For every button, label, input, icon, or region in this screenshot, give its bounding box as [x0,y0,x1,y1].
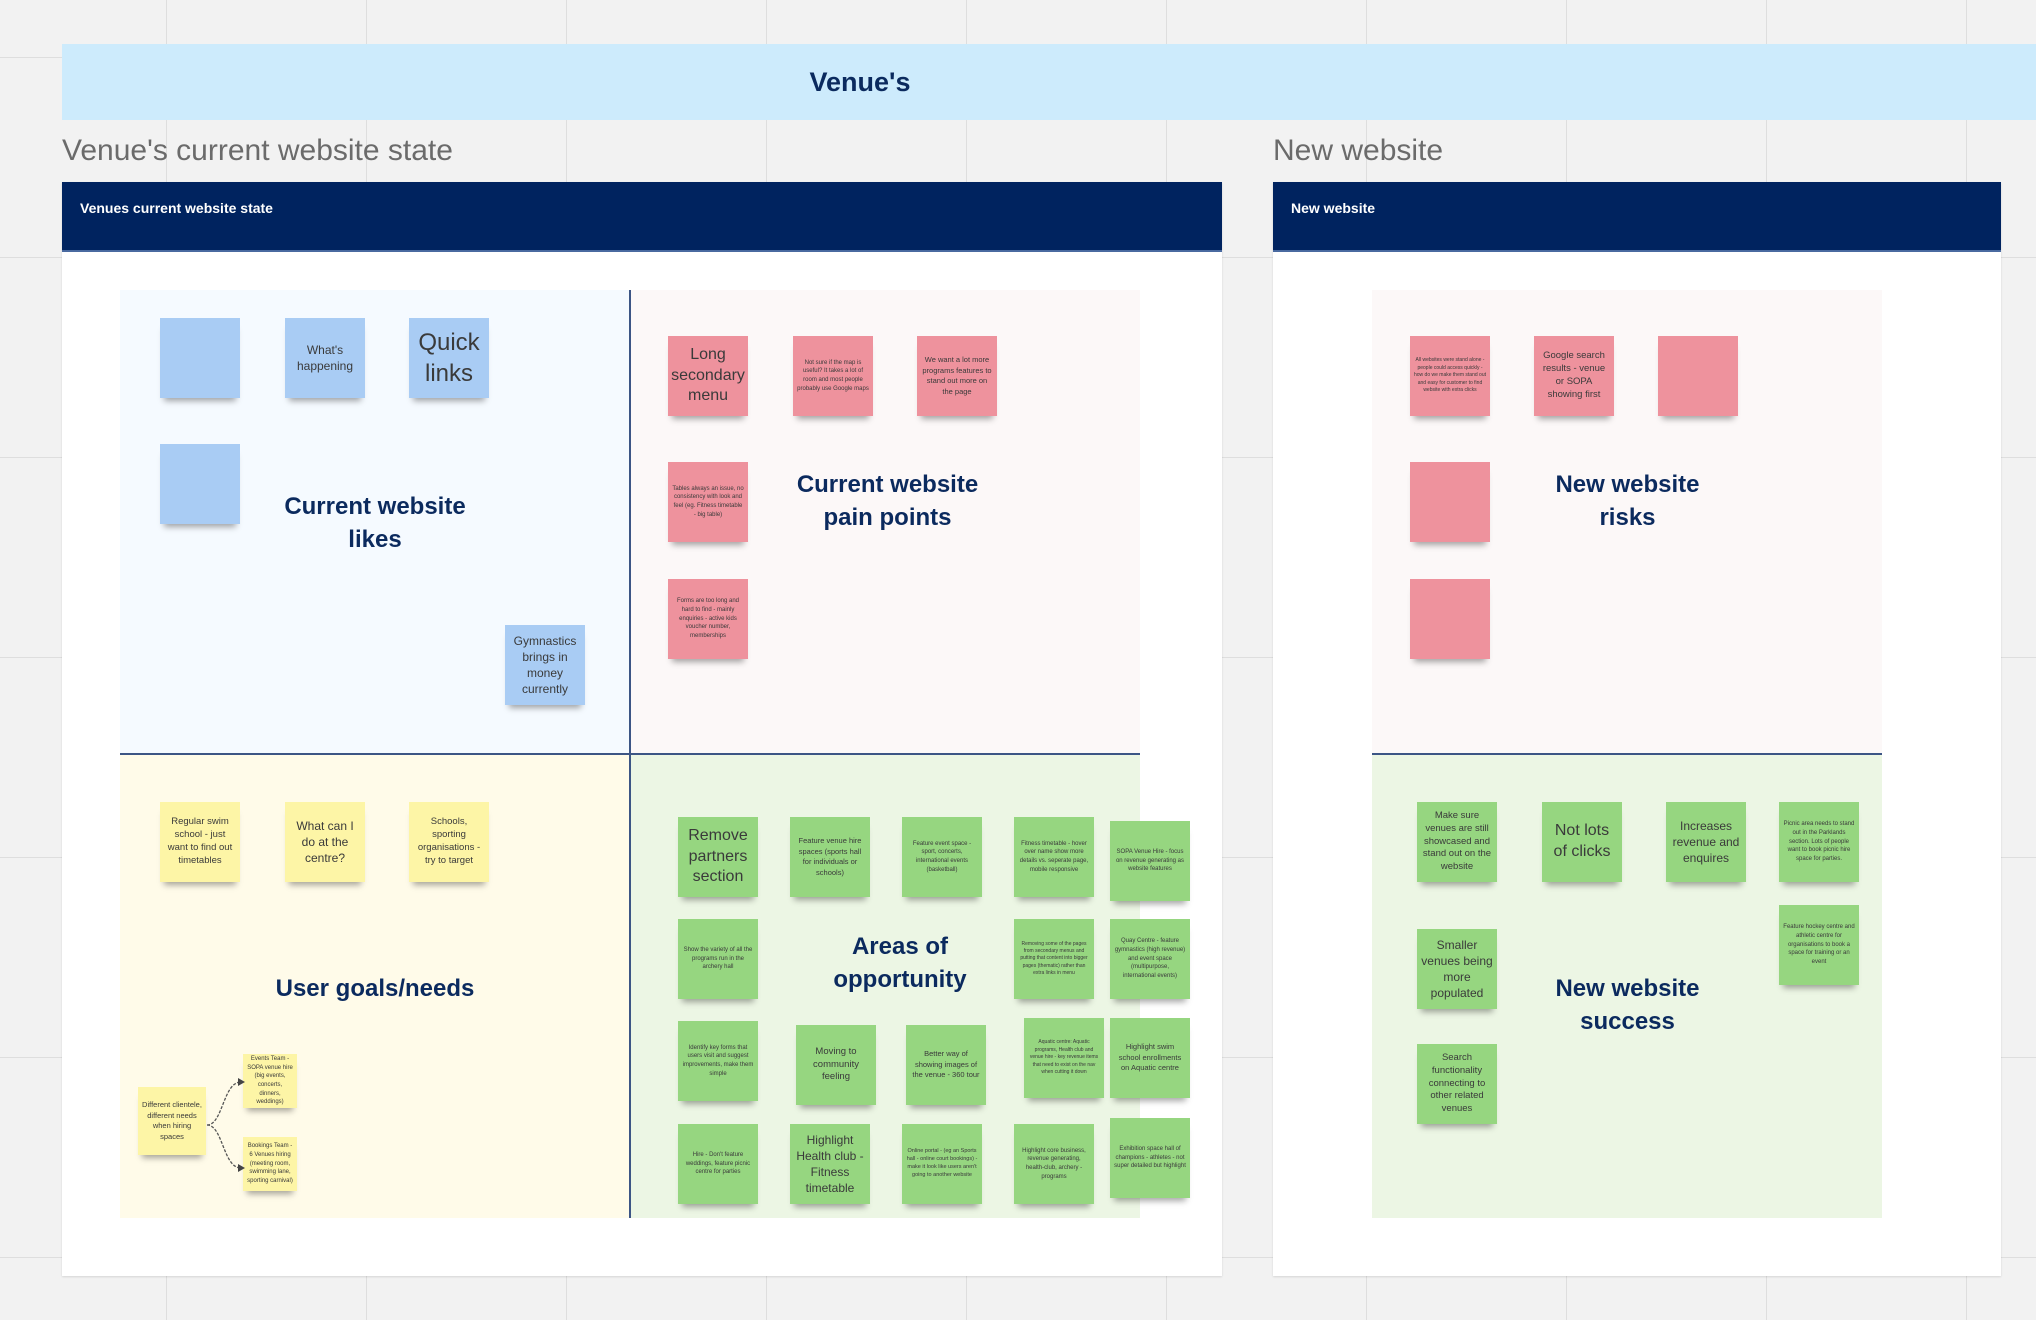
sticky-note[interactable]: Feature event space - sport, concerts, i… [902,817,982,897]
sticky-note[interactable]: Regular swim school - just want to find … [160,802,240,882]
sticky-note[interactable]: Feature hockey centre and athletic centr… [1779,905,1859,985]
sticky-note[interactable]: Online portal - (eg an Sports hall - onl… [902,1124,982,1204]
current-frame-title[interactable]: Venue's current website state [62,134,453,168]
sticky-note[interactable]: Show the variety of all the programs run… [678,919,758,999]
sticky-note[interactable]: Removing some of the pages from secondar… [1014,919,1094,999]
sticky-note[interactable]: Smaller venues being more populated [1417,929,1497,1009]
current-frame-header-label: Venues current website state [80,200,273,216]
sticky-note[interactable]: We want a lot more programs features to … [917,336,997,416]
sticky-note[interactable]: Long secondary menu [668,336,748,416]
sticky-note[interactable]: Search functionality connecting to other… [1417,1044,1497,1124]
sticky-note[interactable] [1410,462,1490,542]
sticky-note[interactable]: Exhibition space hall of champions - ath… [1110,1118,1190,1198]
sticky-note[interactable]: Make sure venues are still showcased and… [1417,802,1497,882]
quadrant-label-opportunities: Areas of opportunity [833,933,967,993]
sticky-note[interactable]: Increases revenue and enquires [1666,802,1746,882]
area-divider-horizontal [1372,753,1882,755]
area-label-risks: New website risks [1555,471,1700,531]
sticky-note[interactable]: Better way of showing images of the venu… [906,1025,986,1105]
quadrant-label-user-goals: User goals/needs [275,975,475,1002]
new-frame-title[interactable]: New website [1273,134,1443,168]
sticky-note[interactable]: Quay Centre - feature gymnastics (high r… [1110,919,1190,999]
sticky-note[interactable]: What's happening [285,318,365,398]
sticky-note[interactable]: Highlight Health club - Fitness timetabl… [790,1124,870,1204]
sticky-note[interactable]: Fitness timetable - hover over name show… [1014,817,1094,897]
venues-banner: Venue's [62,44,2036,120]
sticky-note[interactable]: What can I do at the centre? [285,802,365,882]
sticky-note[interactable]: Moving to community feeling [796,1025,876,1105]
sticky-note[interactable]: Bookings Team - 6 Venues hiring (meeting… [243,1137,297,1191]
sticky-note[interactable]: Tables always an issue, no consistency w… [668,462,748,542]
new-frame-header: New website [1273,182,2001,252]
sticky-note[interactable]: Different clientele, different needs whe… [138,1087,206,1155]
sticky-note[interactable]: Forms are too long and hard to find - ma… [668,579,748,659]
sticky-note[interactable] [1658,336,1738,416]
branch-connector [206,1078,245,1172]
arrow-head-icon [238,1078,245,1086]
sticky-note[interactable]: SOPA Venue Hire - focus on revenue gener… [1110,821,1190,901]
sticky-note[interactable]: Remove partners section [678,817,758,897]
sticky-note[interactable]: All websites were stand alone - people c… [1410,336,1490,416]
arrow-head-icon [238,1164,245,1172]
sticky-note[interactable]: Identify key forms that users visit and … [678,1021,758,1101]
banner-title: Venue's [809,66,911,97]
sticky-note[interactable] [160,444,240,524]
current-frame-header: Venues current website state [62,182,1222,252]
sticky-note[interactable]: Gymnastics brings in money currently [505,625,585,705]
sticky-note[interactable]: Feature venue hire spaces (sports hall f… [790,817,870,897]
area-label-success: New website success [1555,975,1700,1035]
sticky-note[interactable]: Highlight swim school enrollments on Aqu… [1110,1018,1190,1098]
sticky-note[interactable]: Aquatic centre: Aquatic programs, Health… [1024,1018,1104,1098]
sticky-note[interactable]: Quick links [409,318,489,398]
sticky-note[interactable] [160,318,240,398]
sticky-note[interactable]: Highlight core business, revenue generat… [1014,1124,1094,1204]
sticky-note[interactable]: Picnic area needs to stand out in the Pa… [1779,802,1859,882]
sticky-note[interactable]: Not sure if the map is useful? It takes … [793,336,873,416]
quadrant-divider-horizontal [120,753,1140,755]
sticky-note[interactable]: Google search results - venue or SOPA sh… [1534,336,1614,416]
new-frame-header-label: New website [1291,200,1376,216]
sticky-note[interactable]: Hire - Don't feature weddings, feature p… [678,1124,758,1204]
sticky-note[interactable]: Not lots of clicks [1542,802,1622,882]
sticky-note[interactable]: Schools, sporting organisations - try to… [409,802,489,882]
quadrant-label-likes: Current website likes [284,493,466,553]
quadrant-label-pain-points: Current website pain points [796,471,979,531]
sticky-note[interactable]: Events Team - SOPA venue hire (big event… [243,1054,297,1108]
sticky-note[interactable] [1410,579,1490,659]
